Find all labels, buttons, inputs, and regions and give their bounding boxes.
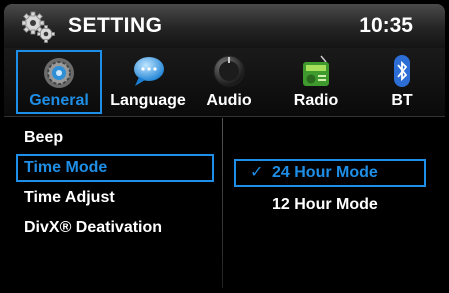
option-label: 24 Hour Mode — [272, 164, 378, 181]
menu-item-divx-deactivation[interactable]: DivX® Deativation — [16, 214, 214, 242]
tab-label: General — [29, 92, 89, 109]
checkmark-icon: ✓ — [250, 164, 264, 181]
tab-label: BT — [391, 92, 413, 109]
page-title: SETTING — [68, 14, 163, 37]
tab-label: Audio — [206, 92, 252, 109]
tab-label: Radio — [293, 92, 339, 109]
option-label: 12 Hour Mode — [272, 196, 378, 213]
menu-item-time-mode[interactable]: Time Mode — [16, 154, 214, 182]
header-bar: SETTING 10:35 — [4, 4, 445, 48]
general-settings-icon — [44, 58, 74, 88]
clock-time: 10:35 — [359, 14, 413, 37]
bluetooth-icon — [394, 55, 410, 87]
settings-menu: Beep Time Mode Time Adjust DivX® Deativa… — [16, 124, 214, 244]
speech-bubble-icon — [134, 57, 164, 86]
settings-screen: SETTING 10:35 General Language Audio Rad… — [0, 0, 449, 293]
menu-item-label: Time Mode — [24, 159, 108, 176]
tab-audio[interactable]: Audio — [196, 50, 262, 114]
knob-icon — [213, 55, 245, 87]
radio-icon — [303, 55, 329, 86]
tab-language[interactable]: Language — [102, 50, 194, 114]
option-12-hour-mode[interactable]: 12 Hour Mode — [234, 191, 426, 219]
tab-label: Language — [110, 92, 186, 109]
option-24-hour-mode[interactable]: ✓ 24 Hour Mode — [234, 159, 426, 187]
menu-item-label: DivX® Deativation — [24, 219, 163, 236]
tab-general[interactable]: General — [16, 50, 102, 114]
gear-icon — [22, 11, 55, 43]
menu-item-label: Beep — [24, 129, 64, 146]
panel-divider — [222, 118, 223, 288]
menu-item-time-adjust[interactable]: Time Adjust — [16, 184, 214, 212]
time-mode-options: ✓ 24 Hour Mode 12 Hour Mode — [234, 159, 426, 223]
menu-item-label: Time Adjust — [24, 189, 115, 206]
tab-bar: General Language Audio Radio BT — [4, 48, 445, 117]
tab-bt[interactable]: BT — [370, 50, 434, 114]
menu-item-beep[interactable]: Beep — [16, 124, 214, 152]
tab-radio[interactable]: Radio — [280, 50, 352, 114]
